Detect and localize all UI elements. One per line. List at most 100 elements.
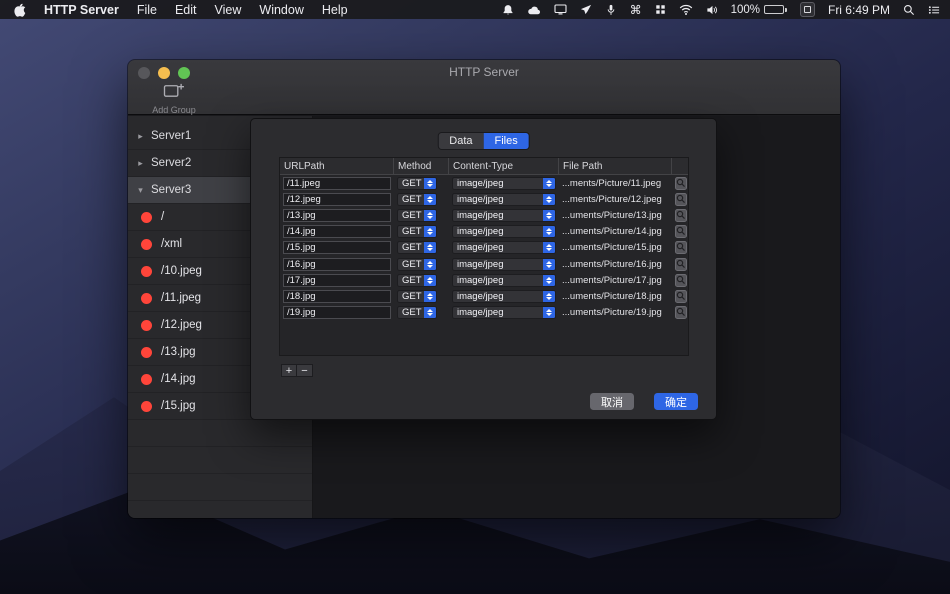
method-select[interactable]: GET — [397, 306, 437, 320]
menu-bar-clock[interactable]: Fri 6:49 PM — [828, 3, 890, 17]
file-path-text: ...uments/Picture/19.jpg — [562, 307, 662, 319]
status-app-icon[interactable] — [799, 2, 815, 17]
command-icon[interactable]: ⌘ — [630, 4, 642, 16]
route-label: /15.jpg — [161, 400, 196, 412]
select-arrows-icon — [424, 209, 436, 221]
battery-status[interactable]: 100% — [731, 4, 787, 16]
menu-file[interactable]: File — [128, 3, 166, 17]
tab-data[interactable]: Data — [438, 133, 484, 149]
table-row: /14.jpg GET image/jpeg ...uments/Picture… — [280, 224, 688, 240]
window-titlebar: HTTP Server Add Group — [128, 60, 840, 115]
method-value: GET — [402, 274, 422, 286]
urlpath-field[interactable]: /17.jpg — [283, 273, 391, 287]
ok-button[interactable]: 确定 — [654, 393, 698, 410]
content-type-select[interactable]: image/jpeg — [452, 176, 556, 190]
browse-file-button[interactable] — [675, 289, 687, 303]
select-arrows-icon — [543, 242, 555, 254]
urlpath-field[interactable]: /18.jpg — [283, 289, 391, 303]
select-arrows-icon — [543, 177, 555, 189]
browse-file-button[interactable] — [675, 225, 687, 239]
sidebar-empty-row — [128, 501, 312, 518]
urlpath-field[interactable]: /19.jpg — [283, 306, 391, 320]
table-row: /11.jpeg GET image/jpeg ...ments/Picture… — [280, 175, 688, 191]
table-row: /17.jpg GET image/jpeg ...uments/Picture… — [280, 272, 688, 288]
content-type-select[interactable]: image/jpeg — [452, 289, 556, 303]
content-type-select[interactable]: image/jpeg — [452, 241, 556, 255]
select-arrows-icon — [543, 226, 555, 238]
select-arrows-icon — [543, 307, 555, 319]
magnifier-icon — [676, 176, 686, 191]
magnifier-icon — [676, 240, 686, 255]
cancel-button[interactable]: 取消 — [590, 393, 634, 410]
browse-file-button[interactable] — [675, 257, 687, 271]
tab-files[interactable]: Files — [483, 133, 529, 149]
display-icon[interactable] — [554, 4, 567, 15]
control-center-list-icon[interactable] — [928, 4, 940, 16]
select-arrows-icon — [424, 307, 436, 319]
method-select[interactable]: GET — [397, 241, 437, 255]
method-select[interactable]: GET — [397, 273, 437, 287]
file-path-text: ...uments/Picture/18.jpg — [562, 290, 662, 302]
sheet-buttons: 取消 确定 — [590, 393, 698, 410]
route-label: / — [161, 211, 165, 223]
cloud-icon[interactable] — [527, 5, 541, 15]
method-value: GET — [402, 307, 422, 319]
browse-file-button[interactable] — [675, 192, 687, 207]
urlpath-field[interactable]: /13.jpg — [283, 208, 391, 222]
menu-window[interactable]: Window — [250, 3, 312, 17]
content-type-select[interactable]: image/jpeg — [452, 306, 556, 320]
bell-icon[interactable] — [502, 4, 514, 16]
content-type-value: image/jpeg — [457, 274, 504, 286]
row-add-remove-controls: + − — [281, 364, 313, 377]
disclosure-triangle-icon[interactable]: ▾ — [136, 185, 145, 196]
method-select[interactable]: GET — [397, 257, 437, 271]
magnifier-icon — [676, 192, 686, 207]
record-dot-icon — [141, 373, 152, 385]
urlpath-field[interactable]: /15.jpg — [283, 241, 391, 255]
disclosure-triangle-icon[interactable]: ▸ — [136, 131, 145, 142]
method-select[interactable]: GET — [397, 289, 437, 303]
browse-file-button[interactable] — [675, 208, 687, 222]
select-arrows-icon — [424, 226, 436, 238]
sidebar-empty-row — [128, 420, 312, 447]
urlpath-field[interactable]: /14.jpg — [283, 225, 391, 239]
method-select[interactable]: GET — [397, 208, 437, 222]
record-dot-icon — [141, 400, 152, 412]
menu-edit[interactable]: Edit — [166, 3, 206, 17]
volume-icon[interactable] — [706, 4, 718, 16]
content-type-select[interactable]: image/jpeg — [452, 225, 556, 239]
browse-file-button[interactable] — [675, 240, 687, 255]
add-row-button[interactable]: + — [281, 364, 297, 377]
menu-view[interactable]: View — [206, 3, 251, 17]
method-select[interactable]: GET — [397, 225, 437, 239]
remove-row-button[interactable]: − — [297, 364, 313, 377]
add-group-button[interactable]: Add Group — [148, 81, 200, 115]
urlpath-field[interactable]: /11.jpeg — [283, 176, 391, 190]
menu-help[interactable]: Help — [313, 3, 357, 17]
microphone-icon[interactable] — [605, 4, 617, 16]
browse-file-button[interactable] — [675, 306, 687, 320]
browse-file-button[interactable] — [675, 273, 687, 287]
search-icon[interactable] — [903, 4, 915, 16]
paper-plane-icon[interactable] — [580, 4, 592, 16]
method-select[interactable]: GET — [397, 192, 437, 206]
grid-icon[interactable] — [655, 4, 666, 15]
apple-menu-icon[interactable] — [10, 3, 35, 17]
route-label: /11.jpeg — [161, 292, 202, 304]
content-type-select[interactable]: image/jpeg — [452, 273, 556, 287]
method-select[interactable]: GET — [397, 176, 437, 190]
wifi-icon[interactable] — [679, 4, 693, 15]
table-row: /16.jpg GET image/jpeg ...uments/Picture… — [280, 256, 688, 272]
browse-file-button[interactable] — [675, 176, 687, 191]
record-dot-icon — [141, 265, 152, 277]
content-type-value: image/jpeg — [457, 258, 504, 270]
table-row: /13.jpg GET image/jpeg ...uments/Picture… — [280, 207, 688, 223]
menu-bar-app-name[interactable]: HTTP Server — [35, 3, 128, 17]
urlpath-field[interactable]: /16.jpg — [283, 257, 391, 271]
method-value: GET — [402, 177, 422, 189]
disclosure-triangle-icon[interactable]: ▸ — [136, 158, 145, 169]
content-type-select[interactable]: image/jpeg — [452, 257, 556, 271]
content-type-select[interactable]: image/jpeg — [452, 192, 556, 206]
urlpath-field[interactable]: /12.jpeg — [283, 192, 391, 206]
content-type-select[interactable]: image/jpeg — [452, 208, 556, 222]
